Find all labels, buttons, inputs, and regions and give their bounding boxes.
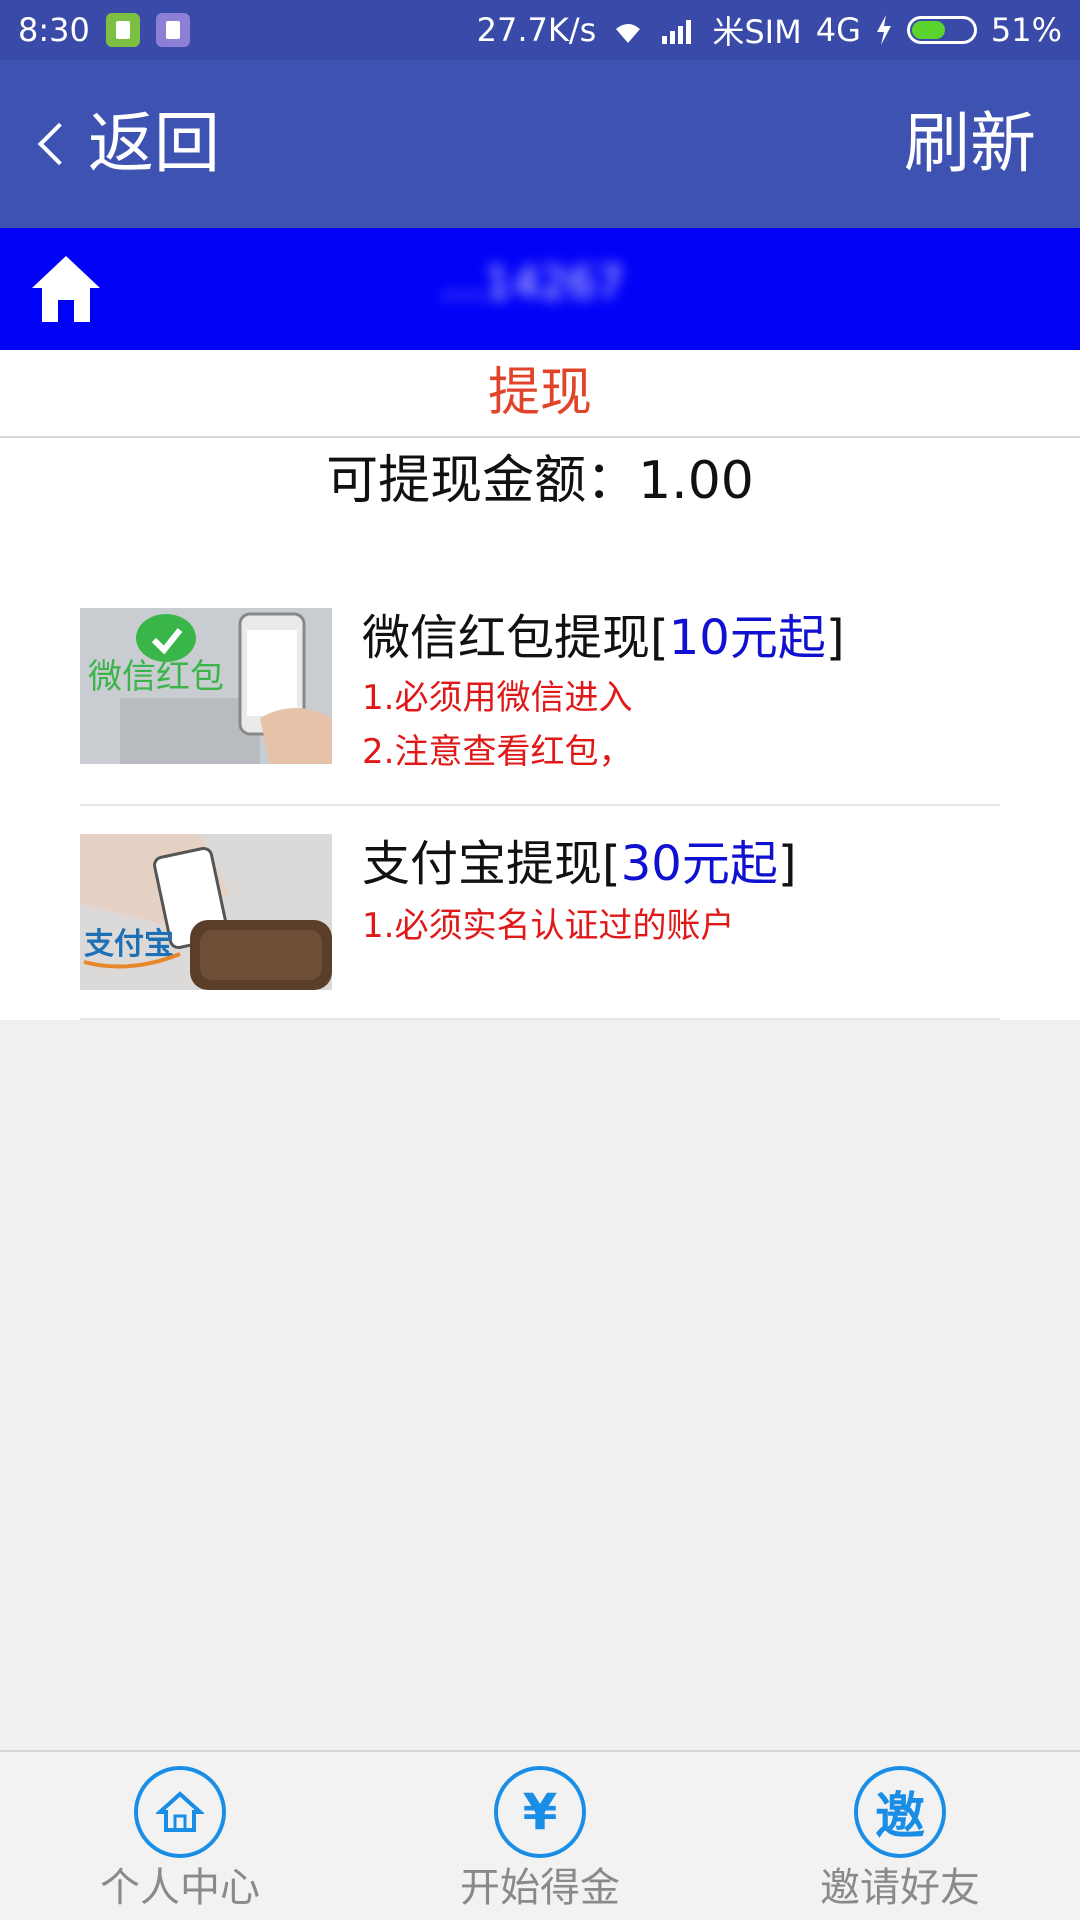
- bottom-nav: 个人中心 ¥ 开始得金 邀 邀请好友: [0, 1750, 1080, 1920]
- app-notification-icon: [155, 13, 190, 47]
- network-type: 4G: [815, 11, 861, 49]
- svg-text:微信红包: 微信红包: [88, 657, 224, 697]
- wechat-note-2: 2.注意查看红包，: [362, 732, 633, 772]
- alipay-min-amount: 30元起: [620, 836, 778, 892]
- status-time: 8:30: [18, 11, 90, 49]
- withdraw-panel: 提现 可提现金额：1.00 微信红包 微信红包提现[10元起] 1.必须用微信进…: [0, 350, 1080, 1020]
- alipay-thumbnail: 支付宝: [80, 834, 332, 990]
- alipay-note-1: 1.必须实名认证过的账户: [362, 906, 735, 946]
- wechat-thumbnail: 微信红包: [80, 608, 332, 764]
- back-label: 返回: [88, 105, 220, 182]
- nav-invite-friends[interactable]: 邀 邀请好友: [780, 1766, 1020, 1916]
- available-balance: 可提现金额：1.00: [326, 451, 754, 511]
- battery-icon: [906, 16, 977, 44]
- wifi-icon: [616, 24, 641, 43]
- back-button[interactable]: 返回: [37, 105, 220, 182]
- carrier-label: 米SIM: [712, 13, 802, 51]
- charging-icon: [876, 15, 891, 45]
- battery-app-icon: [105, 13, 140, 47]
- wechat-option-title: 微信红包提现[10元起]: [362, 610, 845, 666]
- account-header: …14267: [0, 228, 1080, 350]
- wechat-withdraw-option[interactable]: 微信红包 微信红包提现[10元起] 1.必须用微信进入 2.注意查看红包，: [80, 586, 1000, 806]
- invite-circle-icon: 邀: [854, 1766, 946, 1858]
- refresh-button[interactable]: 刷新: [904, 106, 1036, 182]
- nav-label-personal: 个人中心: [100, 1865, 260, 1911]
- alipay-withdraw-option[interactable]: 支付宝 支付宝提现[30元起] 1.必须实名认证过的账户: [80, 808, 1000, 1020]
- svg-text:支付宝: 支付宝: [84, 927, 174, 962]
- wechat-min-amount: 10元起: [668, 610, 826, 666]
- account-id: …14267: [440, 258, 624, 309]
- signal-icon: [662, 20, 692, 44]
- home-circle-icon: [134, 1766, 226, 1858]
- page-title: 提现: [0, 350, 1080, 438]
- nav-label-invite: 邀请好友: [820, 1865, 980, 1911]
- network-speed: 27.7K/s: [476, 11, 597, 49]
- status-bar: 8:30 27.7K/s 米SIM 4G 51%: [0, 0, 1080, 60]
- battery-percent: 51%: [990, 11, 1062, 49]
- alipay-option-title: 支付宝提现[30元起]: [362, 836, 797, 892]
- nav-label-earning: 开始得金: [460, 1865, 620, 1911]
- chevron-left-icon: [37, 122, 81, 166]
- nav-personal-center[interactable]: 个人中心: [60, 1766, 300, 1916]
- home-icon[interactable]: [28, 252, 104, 326]
- app-bar: 返回 刷新: [0, 60, 1080, 228]
- wechat-note-1: 1.必须用微信进入: [362, 678, 633, 718]
- yuan-circle-icon: ¥: [494, 1766, 586, 1858]
- nav-start-earning[interactable]: ¥ 开始得金: [420, 1766, 660, 1916]
